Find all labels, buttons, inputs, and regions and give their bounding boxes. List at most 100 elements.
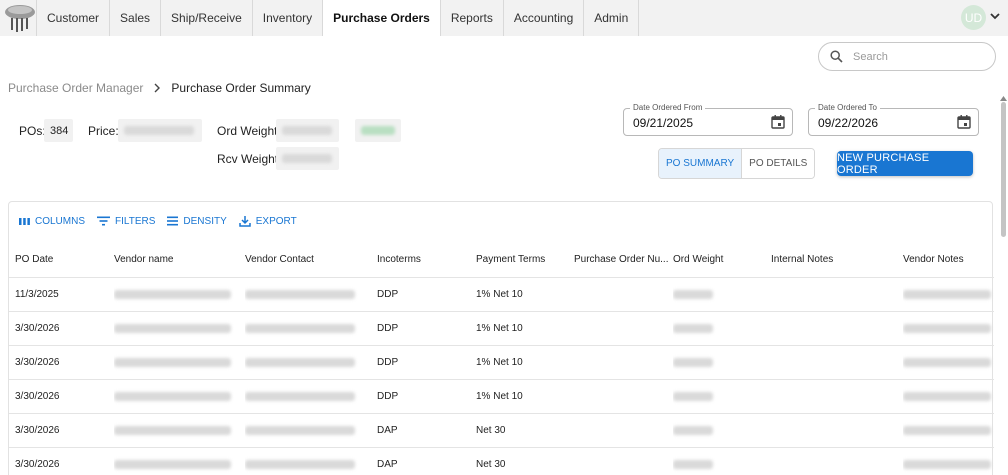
export-icon [239,216,251,227]
cell-vendor-contact-redacted [245,448,365,475]
ord-weight-label: Ord Weight: [217,124,281,138]
density-label: DENSITY [183,215,227,227]
header-col-vendor-notes[interactable]: Vendor Notes [903,242,994,277]
user-avatar[interactable]: UD [961,5,986,30]
ord-weight-value-redacted [276,119,339,142]
cell-incoterms: DAP [377,425,398,436]
tab-admin[interactable]: Admin [584,0,640,36]
breadcrumb-link-po-manager[interactable]: Purchase Order Manager [8,81,143,95]
po-details-toggle[interactable]: PO DETAILS [742,149,815,178]
purchase-order-grid: COLUMNS FILTERS DENSITY EXPORT PO Date V… [8,201,994,475]
header-col-po-date[interactable]: PO Date [15,242,105,277]
new-purchase-order-button[interactable]: NEW PURCHASE ORDER [837,151,973,176]
cell-vendor-notes-redacted [903,346,994,379]
cell-internal-notes [771,312,891,345]
search-input[interactable] [853,50,983,63]
cell-vendor-contact-redacted [245,414,365,447]
cell-po-date: 11/3/2025 [15,289,59,300]
cell-ord-weight-redacted [673,346,763,379]
view-toggle-group: PO SUMMARY PO DETAILS [658,148,816,179]
tab-purchase-orders[interactable]: Purchase Orders [323,0,441,36]
header-col-po-number[interactable]: Purchase Order Nu... [574,242,669,277]
rcv-weight-value-redacted [276,147,339,170]
date-to-label: Date Ordered To [815,103,880,112]
cell-po-date: 3/30/2026 [15,425,60,436]
density-button[interactable]: DENSITY [167,215,227,227]
cell-po-number [574,278,669,311]
cell-po-number [574,346,669,379]
ord-weight-status-redacted [355,119,401,142]
cell-po-number [574,414,669,447]
cell-payment-terms: 1% Net 10 [476,391,523,402]
export-button[interactable]: EXPORT [239,215,297,227]
date-ordered-to-field[interactable]: Date Ordered To 09/22/2026 [808,103,979,136]
cell-vendor-notes-redacted [903,278,994,311]
date-from-value[interactable]: 09/21/2025 [633,116,693,130]
table-row[interactable]: 3/30/2026 DDP 1% Net 10 [9,312,994,346]
tab-accounting[interactable]: Accounting [503,0,585,36]
cell-po-date: 3/30/2026 [15,357,60,368]
header-col-vendor-name[interactable]: Vendor name [114,242,234,277]
date-ordered-from-field[interactable]: Date Ordered From 09/21/2025 [623,103,793,136]
app-root: Customer Sales Ship/Receive Inventory Pu… [0,0,1008,475]
header-col-payment-terms[interactable]: Payment Terms [476,242,566,277]
cell-vendor-contact-redacted [245,278,365,311]
tab-reports[interactable]: Reports [440,0,504,36]
header-col-internal-notes[interactable]: Internal Notes [771,242,891,277]
pos-count-value: 384 [44,119,73,142]
cell-vendor-name-redacted [114,312,234,345]
tab-sales[interactable]: Sales [110,0,162,36]
pos-count-label: POs: [19,124,46,138]
po-summary-toggle[interactable]: PO SUMMARY [659,149,743,178]
cell-ord-weight-redacted [673,278,763,311]
header-col-ord-weight[interactable]: Ord Weight [673,242,763,277]
cell-internal-notes [771,278,891,311]
top-nav-bar: Customer Sales Ship/Receive Inventory Pu… [0,0,1008,36]
cell-vendor-contact-redacted [245,380,365,413]
search-box[interactable] [818,42,996,71]
cell-ord-weight-redacted [673,380,763,413]
filters-button[interactable]: FILTERS [97,215,155,227]
breadcrumb-current: Purchase Order Summary [171,81,311,95]
date-to-value[interactable]: 09/22/2026 [818,116,878,130]
cell-payment-terms: 1% Net 10 [476,323,523,334]
grid-header-row: PO Date Vendor name Vendor Contact Incoterm… [9,242,994,278]
cell-po-date: 3/30/2026 [15,323,60,334]
chevron-right-icon [154,83,161,93]
table-row[interactable]: 3/30/2026 DDP 1% Net 10 [9,380,994,414]
cell-ord-weight-redacted [673,414,763,447]
cell-internal-notes [771,346,891,379]
cell-vendor-name-redacted [114,448,234,475]
cell-incoterms: DDP [377,289,399,300]
company-logo-icon[interactable] [3,0,37,34]
cell-po-number [574,448,669,475]
cell-internal-notes [771,380,891,413]
cell-vendor-name-redacted [114,346,234,379]
chevron-down-icon[interactable] [989,10,1001,22]
cell-vendor-notes-redacted [903,380,994,413]
header-col-vendor-contact[interactable]: Vendor Contact [245,242,365,277]
grid-toolbar: COLUMNS FILTERS DENSITY EXPORT [19,215,309,227]
table-row[interactable]: 3/30/2026 DDP 1% Net 10 [9,346,994,380]
table-row[interactable]: 11/3/2025 DDP 1% Net 10 [9,278,994,312]
calendar-icon[interactable] [957,115,971,129]
tab-inventory[interactable]: Inventory [252,0,324,36]
scroll-up-icon[interactable] [1000,96,1007,101]
table-row[interactable]: 3/30/2026 DAP Net 30 [9,414,994,448]
header-col-incoterms[interactable]: Incoterms [377,242,467,277]
scrollbar-thumb[interactable] [1001,102,1006,237]
main-nav-tabs: Customer Sales Ship/Receive Inventory Pu… [36,0,640,36]
cell-ord-weight-redacted [673,448,763,475]
columns-button[interactable]: COLUMNS [19,215,85,227]
cell-po-number [574,312,669,345]
calendar-icon[interactable] [771,115,785,129]
tab-customer[interactable]: Customer [36,0,111,36]
table-row[interactable]: 3/30/2026 DAP Net 30 [9,448,994,475]
columns-label: COLUMNS [35,215,86,227]
date-from-label: Date Ordered From [630,103,706,112]
cell-payment-terms: Net 30 [476,459,506,470]
page-scrollbar[interactable] [999,96,1008,475]
tab-ship-receive[interactable]: Ship/Receive [161,0,253,36]
cell-vendor-notes-redacted [903,312,994,345]
cell-vendor-notes-redacted [903,448,994,475]
